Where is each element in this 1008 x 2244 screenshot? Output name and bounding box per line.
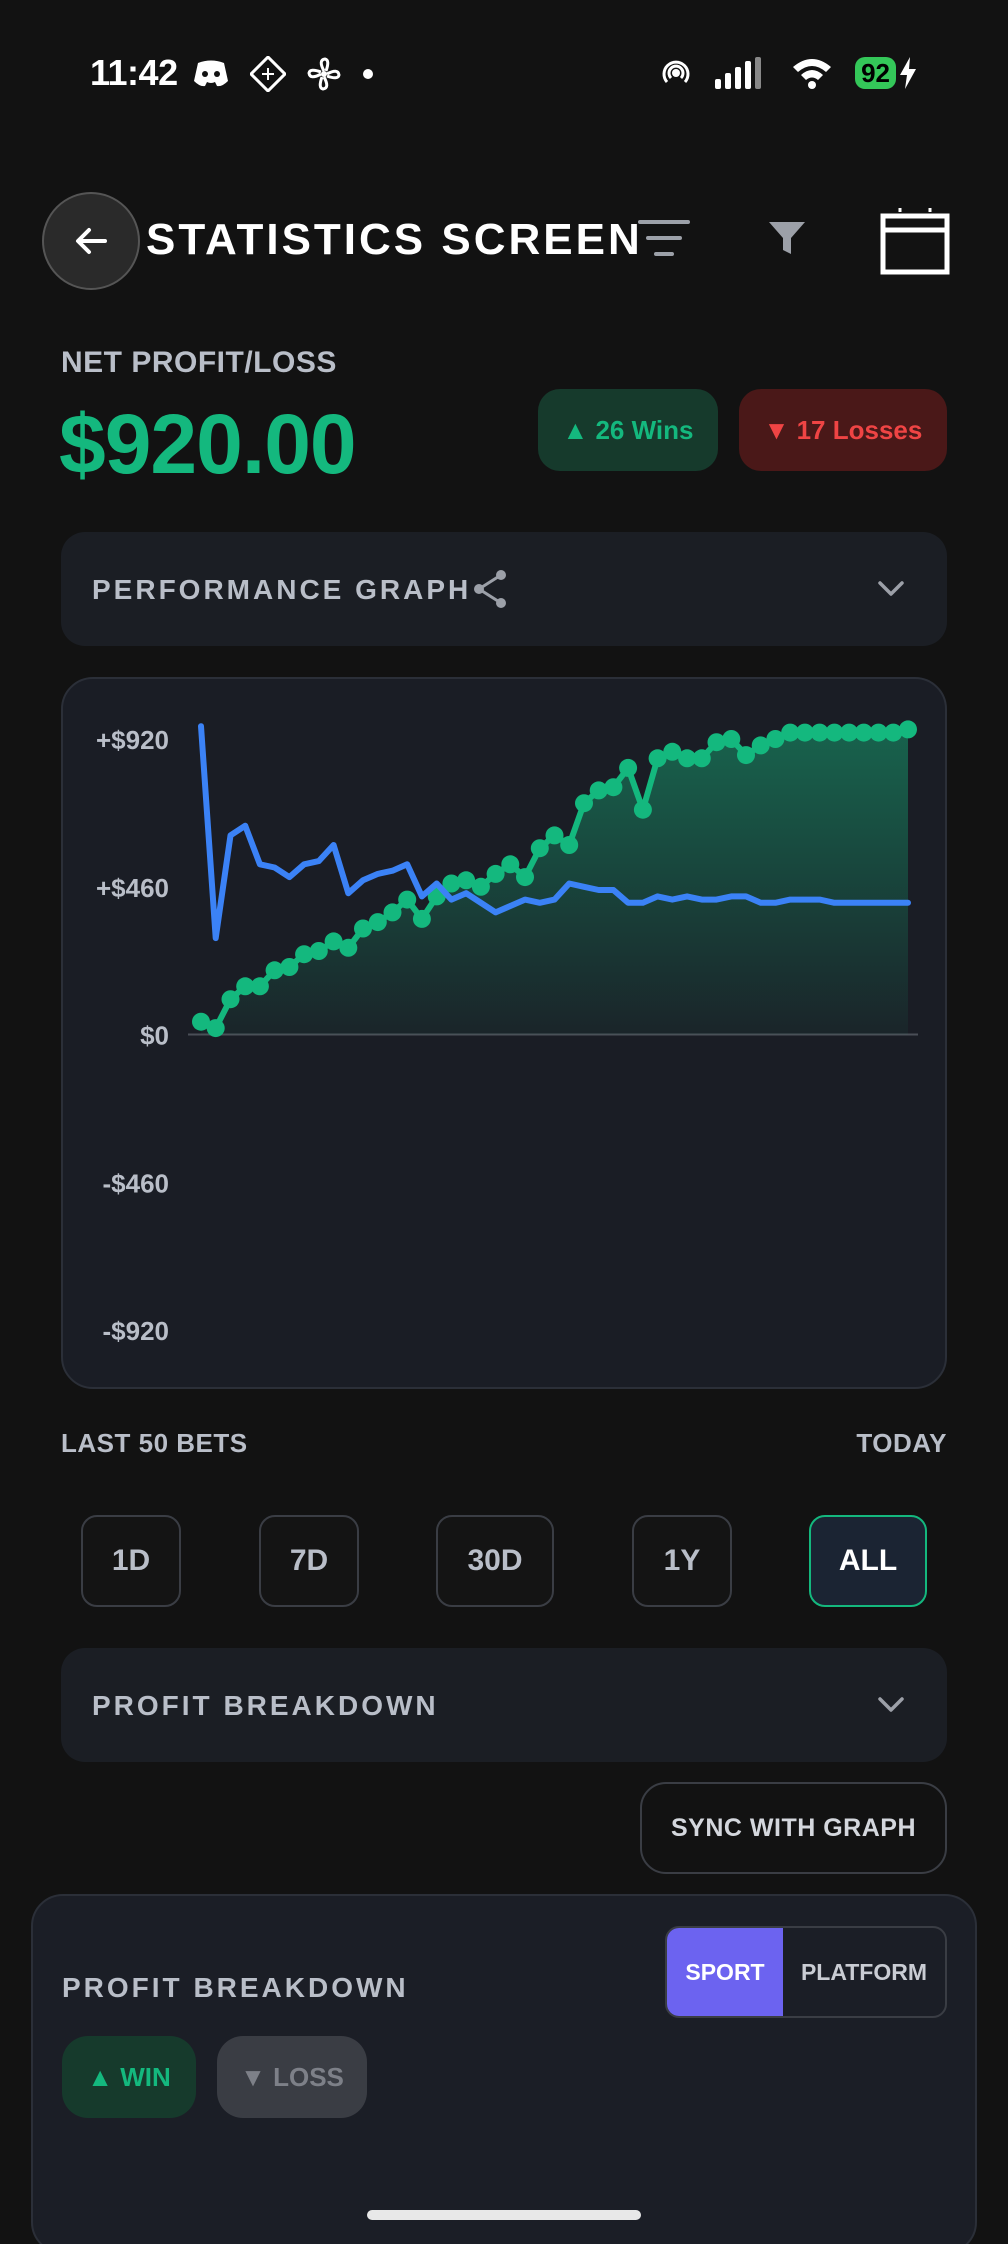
timeframe-7d-button[interactable]: 7D [259, 1515, 359, 1607]
performance-chart: +$920 +$460 $0 -$460 -$920 [61, 677, 947, 1389]
data-point [501, 855, 520, 874]
back-button[interactable] [42, 192, 140, 290]
data-point [530, 839, 549, 858]
grid-app-icon [250, 56, 286, 92]
data-point [206, 1019, 225, 1038]
status-icons-left [192, 56, 374, 92]
performance-graph-header[interactable]: PERFORMANCE GRAPH [61, 532, 947, 646]
segment-sport[interactable]: SPORT [667, 1928, 783, 2016]
data-point [545, 826, 564, 845]
data-point [899, 720, 917, 739]
profit-breakdown-card-title: PROFIT BREAKDOWN [62, 1972, 409, 2003]
data-point [722, 730, 741, 748]
breakdown-segmented-control: SPORT PLATFORM [665, 1926, 947, 2018]
profit-breakdown-header[interactable]: PROFIT BREAKDOWN [61, 1648, 947, 1762]
filter-button[interactable] [762, 210, 812, 266]
timeframe-30d-button[interactable]: 30D [436, 1515, 554, 1607]
net-profit-label: NET PROFIT/LOSS [61, 346, 337, 379]
discord-icon [194, 60, 228, 87]
status-time: 11:42 [90, 52, 178, 93]
timeframe-1y-button[interactable]: 1Y [632, 1515, 732, 1607]
data-point [471, 877, 490, 896]
data-point [516, 868, 534, 887]
funnel-icon [769, 222, 805, 254]
calendar-icon [880, 208, 950, 275]
timeframe-all-button[interactable]: ALL [809, 1515, 927, 1607]
data-point [383, 903, 402, 922]
chevron-down-icon[interactable] [875, 572, 907, 609]
signal-icon [715, 57, 762, 89]
wins-badge: ▲ 26 Wins [538, 389, 718, 471]
status-icons-right: 92 [659, 56, 918, 90]
y-tick-label: -$920 [103, 1316, 170, 1346]
notification-dot-icon [363, 69, 373, 79]
page-title: STATISTICS SCREEN [146, 215, 643, 264]
share-button[interactable] [470, 568, 510, 615]
data-point [368, 913, 387, 932]
data-point [737, 746, 755, 765]
fan-icon [307, 57, 341, 91]
range-end-label: TODAY [856, 1428, 947, 1458]
data-point [280, 958, 299, 976]
data-point [692, 749, 711, 768]
profit-breakdown-label: PROFIT BREAKDOWN [92, 1690, 439, 1721]
chart-svg: +$920 +$460 $0 -$460 -$920 [96, 720, 918, 1346]
data-point [250, 977, 269, 996]
sort-lines-icon [638, 220, 690, 256]
chevron-down-icon[interactable] [875, 1688, 907, 1725]
data-point [398, 890, 417, 909]
data-point [604, 778, 623, 797]
arrow-left-icon [76, 228, 107, 254]
battery-level: 92 [855, 57, 896, 89]
data-point [339, 938, 358, 957]
performance-graph-label: PERFORMANCE GRAPH [92, 574, 472, 605]
charging-bolt-icon [900, 57, 916, 89]
data-point [575, 794, 593, 813]
losses-badge: ▼ 17 Losses [739, 389, 947, 471]
data-point [707, 733, 726, 752]
timeframe-1d-button[interactable]: 1D [81, 1515, 181, 1607]
share-icon [474, 570, 506, 608]
data-point [309, 942, 328, 960]
data-point [633, 800, 652, 819]
sort-button[interactable] [636, 210, 692, 266]
data-point [221, 990, 240, 1009]
sync-with-graph-button[interactable]: SYNC WITH GRAPH [640, 1782, 947, 1874]
net-profit-value: $920.00 [59, 397, 357, 491]
y-tick-label: +$920 [96, 725, 169, 755]
hotspot-icon [662, 60, 690, 83]
segment-platform[interactable]: PLATFORM [783, 1928, 945, 2016]
data-point [412, 909, 431, 928]
calendar-button[interactable] [880, 206, 950, 276]
range-start-label: LAST 50 BETS [61, 1428, 248, 1458]
y-tick-label: +$460 [96, 873, 169, 903]
data-point [486, 864, 505, 883]
home-indicator [367, 2210, 641, 2220]
series-area-fill [201, 729, 908, 1035]
y-tick-label: -$460 [103, 1168, 170, 1198]
y-tick-label: $0 [140, 1021, 169, 1051]
data-point [560, 836, 579, 854]
filter-win-chip[interactable]: ▲ WIN [62, 2036, 196, 2118]
profit-breakdown-card: PROFIT BREAKDOWN SPORT PLATFORM ▲ WIN ▼ … [31, 1894, 977, 2244]
wifi-icon [793, 59, 832, 89]
filter-loss-chip[interactable]: ▼ LOSS [217, 2036, 367, 2118]
data-point [619, 758, 638, 777]
data-point [265, 961, 284, 980]
